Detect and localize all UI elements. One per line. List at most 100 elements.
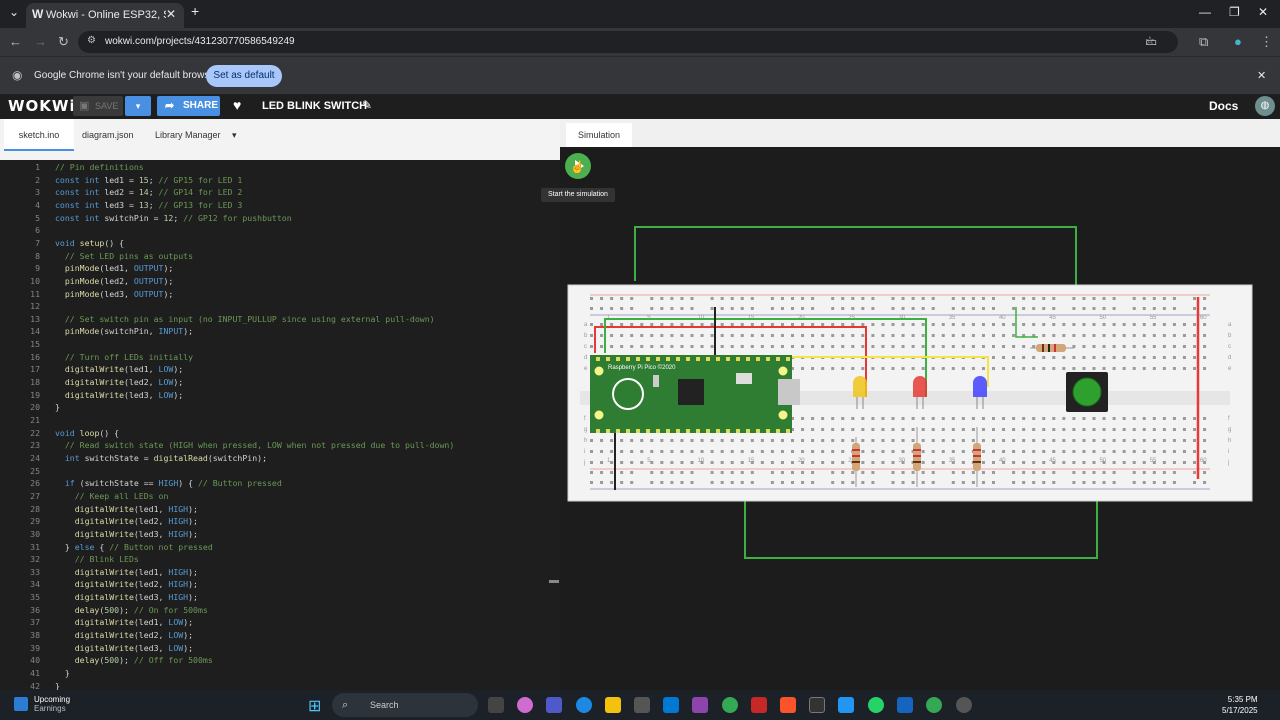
profile-icon[interactable]: ● [1234, 34, 1242, 49]
breadboard-hole [1102, 439, 1106, 442]
code-line[interactable]: void loop() { [55, 428, 119, 438]
code-line[interactable]: // Read switch state (HIGH when pressed,… [55, 440, 454, 450]
whatsapp-icon[interactable] [868, 697, 884, 713]
code-line[interactable]: const int led1 = 15; // GP15 for LED 1 [55, 175, 242, 185]
address-bar[interactable]: ⚙ wokwi.com/projects/431230770586549249 … [78, 31, 1178, 53]
outlook-icon[interactable] [663, 697, 679, 713]
code-line[interactable]: pinMode(led2, OUTPUT); [55, 276, 173, 286]
heart-icon[interactable]: ♥ [233, 97, 241, 113]
news-widget-icon[interactable] [14, 697, 28, 711]
settings-icon[interactable] [956, 697, 972, 713]
code-line[interactable]: digitalWrite(led2, LOW); [55, 630, 193, 640]
breadboard-hole [1012, 481, 1016, 484]
breadboard-hole [951, 450, 955, 453]
edit-pencil-icon[interactable]: ✎ [362, 98, 372, 112]
tab-sketch-ino[interactable]: sketch.ino [4, 119, 74, 151]
twitter-icon[interactable] [838, 697, 854, 713]
code-line[interactable]: } [55, 681, 60, 690]
code-line[interactable]: if (switchState == HIGH) { // Button pre… [55, 478, 282, 488]
close-infobar-icon[interactable]: ✕ [1257, 69, 1266, 82]
browser-tab[interactable]: W Wokwi - Online ESP32, STM32, ✕ [26, 3, 184, 28]
set-default-button[interactable]: Set as default [206, 65, 282, 87]
code-line[interactable]: // Pin definitions [55, 162, 144, 172]
code-line[interactable]: pinMode(led3, OUTPUT); [55, 289, 173, 299]
breadboard-hole [1182, 439, 1186, 442]
netflix-icon[interactable] [751, 697, 767, 713]
chrome-taskbar-icon[interactable] [722, 697, 738, 713]
code-line[interactable]: // Blink LEDs [55, 554, 139, 564]
share-button[interactable]: ➦ SHARE [157, 96, 220, 116]
save-dropdown-button[interactable]: ▾ [125, 96, 151, 116]
code-line[interactable]: pinMode(switchPin, INPUT); [55, 326, 193, 336]
code-line[interactable]: digitalWrite(led3, LOW); [55, 643, 193, 653]
brave-icon[interactable] [780, 697, 796, 713]
wokwi-logo[interactable]: WOKWi [8, 97, 76, 115]
code-line[interactable]: delay(500); // On for 500ms [55, 605, 208, 615]
taskbar-search[interactable]: ⌕ Search [332, 693, 478, 717]
code-line[interactable]: // Set LED pins as outputs [55, 251, 193, 261]
code-line[interactable]: const int led2 = 14; // GP14 for LED 2 [55, 187, 242, 197]
code-line[interactable]: } [55, 402, 60, 412]
cast-icon[interactable]: ▭ [1145, 34, 1157, 50]
teams-icon[interactable] [546, 697, 562, 713]
code-editor[interactable]: 1 // Pin definitions 2 const int led1 = 15;… [0, 160, 560, 690]
code-line[interactable]: digitalWrite(led2, LOW); [55, 377, 183, 387]
task-view-icon[interactable] [488, 697, 504, 713]
code-line[interactable]: digitalWrite(led1, LOW); [55, 617, 193, 627]
code-line[interactable]: const int switchPin = 12; // GP12 for pu… [55, 213, 292, 223]
system-clock[interactable]: 5:35 PM 5/17/2025 [1222, 694, 1258, 716]
chrome-active-icon[interactable] [926, 697, 942, 713]
code-line[interactable]: digitalWrite(led1, HIGH); [55, 504, 198, 514]
tab-diagram-json[interactable]: diagram.json [82, 119, 134, 151]
site-info-icon[interactable]: ⚙ [87, 35, 96, 46]
code-line[interactable]: digitalWrite(led3, HIGH); [55, 529, 198, 539]
reload-icon[interactable]: ↻ [58, 34, 69, 50]
code-line[interactable]: // Set switch pin as input (no INPUT_PUL… [55, 314, 435, 324]
close-window-icon[interactable]: ✕ [1258, 5, 1268, 19]
code-line[interactable]: digitalWrite(led1, HIGH); [55, 567, 198, 577]
minimize-icon[interactable]: — [1199, 5, 1211, 19]
tab-search-icon[interactable]: ⌄ [9, 5, 19, 19]
docs-link[interactable]: Docs [1209, 99, 1238, 113]
avatar[interactable]: ◍ [1255, 96, 1275, 116]
code-line[interactable]: // Keep all LEDs on [55, 491, 169, 501]
back-icon[interactable]: ← [9, 34, 22, 49]
save-button[interactable]: ▣ SAVE [73, 96, 123, 116]
remote-icon[interactable] [897, 697, 913, 713]
code-line[interactable]: digitalWrite(led2, HIGH); [55, 579, 198, 589]
tabs-menu-chevron-icon[interactable]: ▾ [232, 119, 242, 151]
code-line[interactable]: digitalWrite(led3, HIGH); [55, 592, 198, 602]
breadboard-hole [1182, 356, 1186, 359]
code-line[interactable]: } else { // Button not pressed [55, 542, 213, 552]
code-line[interactable]: void setup() { [55, 238, 124, 248]
tab-simulation[interactable]: Simulation [566, 123, 632, 147]
extensions-icon[interactable]: ⧉ [1199, 34, 1208, 50]
code-line[interactable]: pinMode(led1, OUTPUT); [55, 263, 173, 273]
weather-widget[interactable]: Upcoming Earnings [34, 695, 70, 713]
code-line[interactable]: const int led3 = 13; // GP13 for LED 3 [55, 200, 242, 210]
breadboard-hole [881, 417, 885, 420]
code-line[interactable]: // Turn off LEDs initially [55, 352, 193, 362]
new-tab-icon[interactable]: + [191, 3, 199, 19]
maximize-icon[interactable]: ❐ [1229, 5, 1240, 19]
file-explorer-icon[interactable] [605, 697, 621, 713]
windows-start-icon[interactable]: ⊞ [308, 696, 321, 716]
menu-icon[interactable]: ⋮ [1260, 34, 1273, 50]
simulation-canvas[interactable]: 1 1 5 5 10 10 15 15 20 20 25 25 30 30 35 35 40 40 45 45 50 50… [560, 147, 1280, 690]
close-tab-icon[interactable]: ✕ [166, 7, 176, 21]
photos-icon[interactable] [692, 697, 708, 713]
code-line[interactable]: delay(500); // Off for 500ms [55, 655, 213, 665]
tab-library-manager[interactable]: Library Manager [155, 119, 225, 151]
edge-icon[interactable] [576, 697, 592, 713]
copilot-icon[interactable] [517, 697, 533, 713]
code-line[interactable]: digitalWrite(led3, LOW); [55, 390, 183, 400]
code-line[interactable]: digitalWrite(led1, LOW); [55, 364, 183, 374]
code-line[interactable]: digitalWrite(led2, HIGH); [55, 516, 198, 526]
store-icon[interactable] [634, 697, 650, 713]
project-title[interactable]: LED BLINK SWITCH [262, 100, 367, 112]
app-icon[interactable] [809, 697, 825, 713]
breadboard-hole [951, 428, 955, 431]
code-line[interactable]: int switchState = digitalRead(switchPin)… [55, 453, 267, 463]
code-line[interactable]: } [55, 668, 70, 678]
forward-icon[interactable]: → [34, 34, 47, 49]
